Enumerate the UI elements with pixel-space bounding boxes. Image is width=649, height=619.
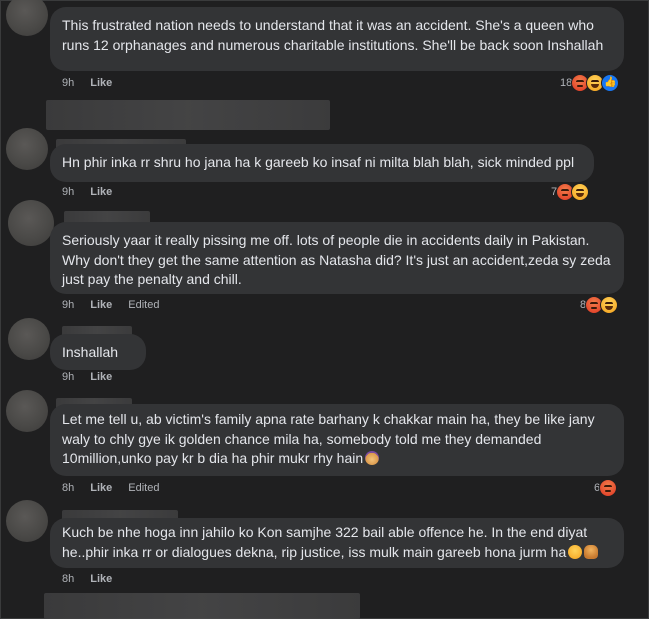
like-button[interactable]: Like	[90, 186, 112, 198]
comment-time[interactable]: 9h	[62, 371, 74, 383]
comment-text: Hn phir inka rr shru ho jana ha k gareeb…	[62, 154, 575, 170]
blurred-name	[46, 100, 330, 130]
comment-time[interactable]: 9h	[62, 186, 74, 198]
comment-meta: 9h Like Edited	[62, 299, 159, 311]
comment-bubble: Kuch be nhe hoga inn jahilo ko Kon samjh…	[50, 518, 624, 568]
like-button[interactable]: Like	[90, 299, 112, 311]
comment-bubble: Inshallah	[50, 334, 146, 370]
haha-icon	[571, 183, 590, 201]
comment-text-body: Kuch be nhe hoga inn jahilo ko Kon samjh…	[62, 524, 588, 560]
like-button[interactable]: Like	[90, 482, 112, 494]
edited-label: Edited	[128, 482, 160, 494]
comment-text-body: Let me tell u, ab victim's family apna r…	[62, 411, 595, 466]
comment-bubble: This frustrated nation needs to understa…	[50, 7, 624, 71]
avatar[interactable]	[6, 500, 48, 542]
person-icon	[584, 544, 599, 559]
like-icon	[601, 74, 620, 92]
comment-bubble: Hn phir inka rr shru ho jana ha k gareeb…	[50, 144, 594, 182]
comment-text: This frustrated nation needs to understa…	[62, 17, 604, 53]
avatar[interactable]	[8, 318, 50, 360]
reaction-summary[interactable]: 18	[560, 74, 620, 92]
comment-bubble: Let me tell u, ab victim's family apna r…	[50, 404, 624, 476]
comment-text: Inshallah	[62, 344, 119, 360]
like-button[interactable]: Like	[90, 371, 112, 383]
edited-label: Edited	[128, 299, 160, 311]
comment-time[interactable]: 9h	[62, 77, 74, 89]
haha-icon	[600, 296, 619, 314]
woman-shrugging-icon	[365, 451, 380, 465]
comment-meta: 8h Like	[62, 573, 112, 585]
comment-meta: 9h Like	[62, 371, 112, 383]
comment-text: Let me tell u, ab victim's family apna r…	[62, 410, 612, 469]
comment-meta: 8h Like Edited	[62, 482, 159, 494]
grinning-icon	[568, 544, 583, 559]
avatar[interactable]	[6, 128, 48, 170]
reaction-summary[interactable]: 7	[551, 183, 590, 201]
comment-time[interactable]: 8h	[62, 482, 74, 494]
comment-meta: 9h Like	[62, 77, 112, 89]
comment-bubble: Seriously yaar it really pissing me off.…	[50, 222, 624, 294]
comment-text: Seriously yaar it really pissing me off.…	[62, 232, 611, 287]
like-button[interactable]: Like	[90, 573, 112, 585]
comment-time[interactable]: 8h	[62, 573, 74, 585]
blurred-name	[44, 593, 360, 619]
avatar[interactable]	[6, 390, 48, 432]
angry-icon	[599, 479, 618, 497]
reaction-summary[interactable]: 6	[594, 479, 618, 497]
comment-meta: 9h Like	[62, 186, 112, 198]
avatar[interactable]	[8, 200, 54, 246]
reaction-summary[interactable]: 8	[580, 296, 619, 314]
comment-text: Kuch be nhe hoga inn jahilo ko Kon samjh…	[62, 523, 612, 562]
comment-time[interactable]: 9h	[62, 299, 74, 311]
like-button[interactable]: Like	[90, 77, 112, 89]
